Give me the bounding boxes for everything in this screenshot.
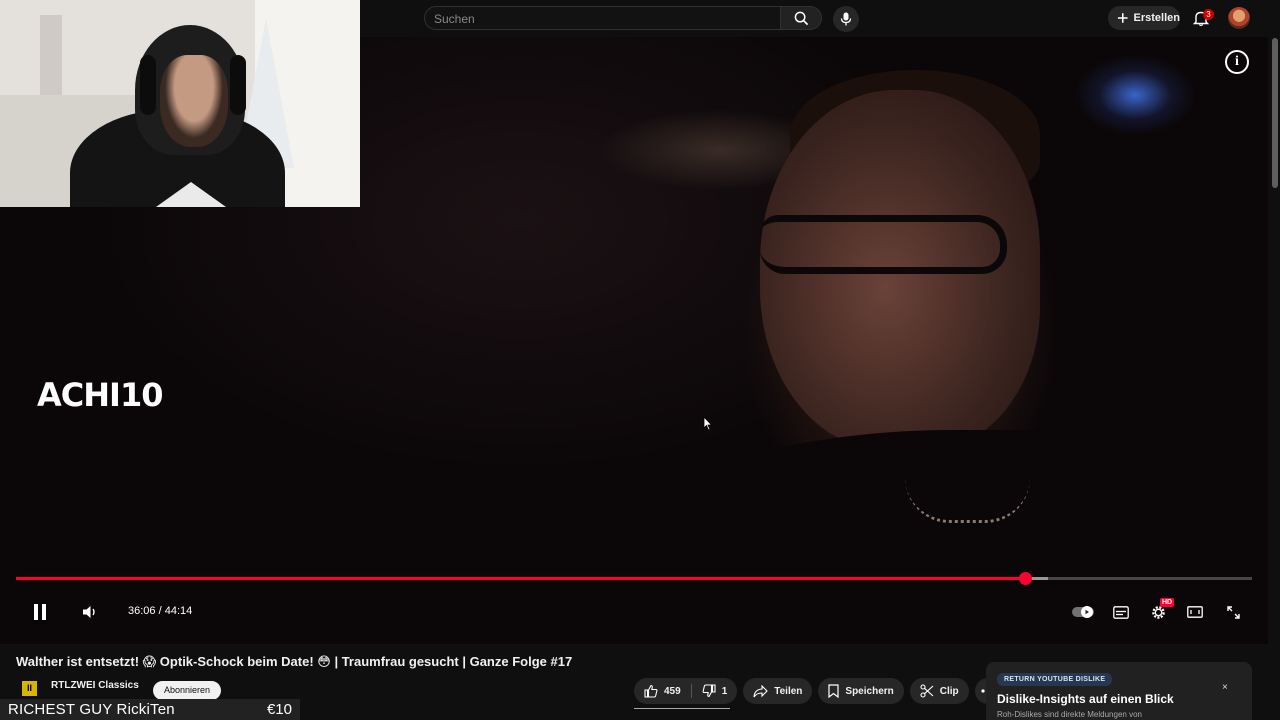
duration: 44:14 bbox=[164, 605, 193, 617]
return-dislike-subtitle: Roh-Dislikes sind direkte Meldungen von bbox=[997, 710, 1142, 719]
plus-icon bbox=[1117, 13, 1128, 23]
subscribe-button[interactable]: Abonnieren bbox=[153, 681, 222, 700]
dislike-count: 1 bbox=[721, 685, 728, 697]
scrollbar-thumb[interactable] bbox=[1272, 38, 1278, 188]
return-dislike-title: Dislike-Insights auf einen Blick bbox=[997, 692, 1174, 706]
search-button[interactable] bbox=[780, 6, 822, 30]
donor-name: RICHEST GUY RickiTen bbox=[8, 701, 175, 718]
like-count: 459 bbox=[664, 685, 681, 697]
video-frame-glasses bbox=[760, 215, 1007, 274]
clip-button[interactable]: Clip bbox=[909, 678, 969, 704]
webcam-overlay bbox=[0, 0, 360, 207]
theater-mode-button[interactable] bbox=[1185, 603, 1205, 621]
create-button[interactable]: Erstellen bbox=[1108, 6, 1180, 30]
subtitles-icon bbox=[1113, 605, 1129, 619]
pause-button[interactable] bbox=[30, 602, 50, 622]
webcam-headphone-right bbox=[230, 55, 246, 115]
video-frame-shirt bbox=[640, 430, 1268, 644]
share-icon bbox=[753, 684, 769, 697]
return-dislike-badge: RETURN YOUTUBE DISLIKE bbox=[997, 673, 1113, 686]
channel-logo[interactable]: II bbox=[22, 681, 37, 696]
dislike-button[interactable]: 1 bbox=[692, 678, 738, 704]
theater-mode-icon bbox=[1187, 606, 1203, 618]
video-title: Walther ist entsetzt! 😱 Optik-Schock bei… bbox=[16, 654, 573, 669]
channel-name[interactable]: RTLZWEI Classics bbox=[51, 680, 139, 691]
return-youtube-dislike-panel: RETURN YOUTUBE DISLIKE Dislike-Insights … bbox=[986, 662, 1252, 720]
subtitles-button[interactable] bbox=[1111, 603, 1131, 621]
volume-button[interactable] bbox=[80, 602, 100, 622]
mouse-cursor-icon bbox=[703, 416, 713, 431]
save-button[interactable]: Speichern bbox=[818, 678, 904, 704]
webcam-streamer-face bbox=[160, 55, 228, 147]
autoplay-toggle[interactable] bbox=[1072, 604, 1094, 620]
microphone-icon bbox=[840, 12, 852, 26]
streamer-overlay-logo: ACHI10 bbox=[37, 376, 163, 414]
autoplay-toggle-icon bbox=[1072, 606, 1094, 618]
notification-count-badge: 3 bbox=[1203, 9, 1214, 20]
search-icon bbox=[794, 11, 808, 25]
voice-search-button[interactable] bbox=[833, 6, 859, 32]
search-input[interactable]: Suchen bbox=[424, 6, 780, 30]
video-actions: 459 1 Teilen Speichern Clip bbox=[634, 678, 1001, 704]
pause-icon bbox=[34, 604, 46, 620]
thumbs-up-icon bbox=[644, 684, 658, 698]
hd-quality-badge: HD bbox=[1160, 598, 1175, 607]
share-button[interactable]: Teilen bbox=[743, 678, 813, 704]
current-time: 36:06 bbox=[128, 605, 156, 617]
share-label: Teilen bbox=[774, 685, 803, 697]
like-dislike-group: 459 1 bbox=[634, 678, 738, 704]
time-separator: / bbox=[158, 605, 162, 617]
account-avatar[interactable] bbox=[1228, 7, 1250, 29]
thumbs-down-icon bbox=[702, 684, 716, 698]
clip-label: Clip bbox=[939, 685, 959, 697]
save-label: Speichern bbox=[845, 685, 894, 697]
like-ratio-bar bbox=[634, 708, 730, 709]
progress-scrubber-handle[interactable] bbox=[1018, 572, 1032, 585]
volume-icon bbox=[83, 606, 95, 618]
bookmark-icon bbox=[828, 684, 840, 698]
webcam-headphone-left bbox=[140, 55, 156, 115]
scissors-icon bbox=[920, 684, 934, 698]
info-icon[interactable]: i bbox=[1225, 50, 1249, 74]
donation-alert-bar: RICHEST GUY RickiTen €10 bbox=[0, 699, 300, 720]
webcam-shirt-logo bbox=[156, 182, 226, 207]
fullscreen-button[interactable] bbox=[1223, 603, 1243, 621]
fullscreen-icon bbox=[1226, 605, 1240, 619]
progress-played bbox=[16, 577, 1025, 580]
donation-amount: €10 bbox=[266, 701, 292, 718]
create-label: Erstellen bbox=[1133, 12, 1180, 24]
close-icon[interactable]: × bbox=[1222, 682, 1228, 693]
like-button[interactable]: 459 bbox=[634, 678, 691, 704]
time-display: 36:06 / 44:14 bbox=[128, 605, 192, 617]
